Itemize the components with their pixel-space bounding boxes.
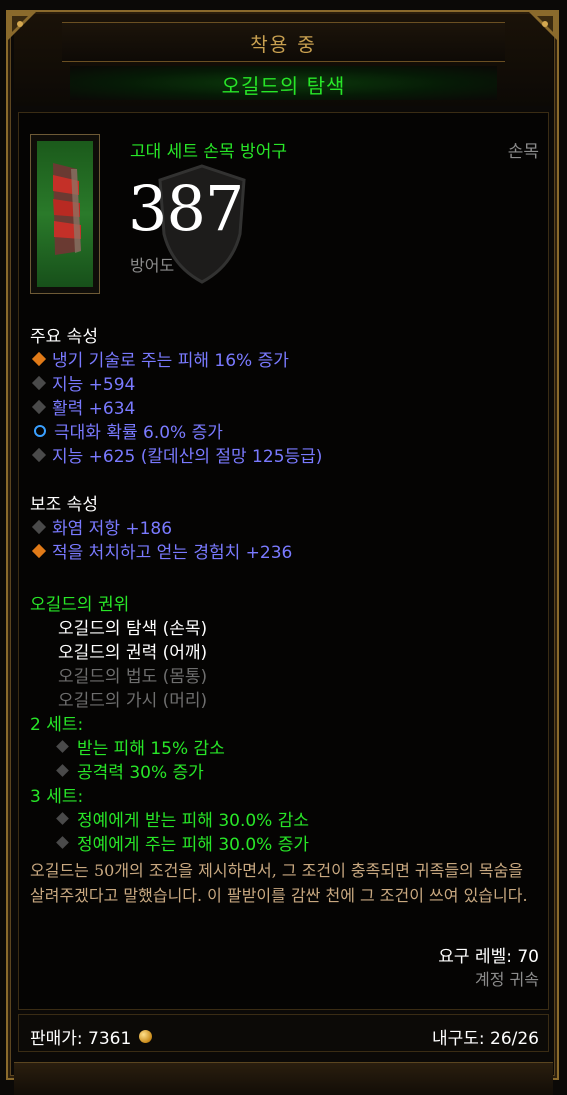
- affix-icon: [56, 740, 69, 753]
- affix-icon: [56, 812, 69, 825]
- item-slot: 손목: [507, 142, 539, 162]
- item-tooltip: 착용 중 오길드의 탐색 고대 세트 손목 방어구 손목 387 방어도 주요 …: [0, 0, 567, 1095]
- level-requirement: 요구 레벨: 70: [438, 947, 539, 967]
- affix-icon: [56, 764, 69, 777]
- primary-stat: 지능 +594: [30, 370, 135, 395]
- secondary-heading: 보조 속성: [30, 495, 98, 515]
- primary-stat: 활력 +634: [30, 394, 135, 419]
- primary-stat: 지능 +625 (칼데산의 절망 125등급): [30, 442, 322, 467]
- affix-icon: [31, 519, 47, 534]
- affix-icon: [56, 836, 69, 849]
- item-name: 오길드의 탐색: [221, 74, 346, 98]
- affix-icon: [31, 399, 47, 414]
- set-bonus: 정예에게 주는 피해 30.0% 증가: [54, 830, 309, 855]
- armor-value: 387: [128, 172, 244, 245]
- legendary-affix-icon: [31, 543, 47, 558]
- set-bonus-3-label: 3 세트:: [30, 787, 84, 807]
- primary-stat: 극대화 확률 6.0% 증가: [30, 418, 223, 443]
- secondary-stat: 적을 처치하고 얻는 경험치 +236: [30, 538, 292, 563]
- affix-icon: [31, 447, 47, 462]
- set-piece: 오길드의 탐색 (손목): [58, 619, 208, 639]
- item-type: 고대 세트 손목 방어구: [130, 142, 287, 162]
- durability: 내구도: 26/26: [431, 1029, 539, 1049]
- sell-price: 판매가: 7361: [30, 1024, 153, 1049]
- primary-stat: 냉기 기술로 주는 피해 16% 증가: [30, 346, 289, 371]
- set-bonus: 정예에게 받는 피해 30.0% 감소: [54, 806, 309, 831]
- bottom-frame: [14, 1062, 553, 1095]
- affix-icon: [31, 375, 47, 390]
- set-piece: 오길드의 법도 (몸통): [58, 667, 208, 687]
- set-bonus: 받는 피해 15% 감소: [54, 734, 225, 759]
- legendary-affix-icon: [31, 351, 47, 366]
- set-bonus: 공격력 30% 증가: [54, 758, 204, 783]
- account-bound: 계정 귀속: [475, 970, 539, 989]
- set-bonus-2-label: 2 세트:: [30, 715, 84, 735]
- item-icon-frame: [30, 134, 100, 294]
- set-piece: 오길드의 권력 (어깨): [58, 643, 208, 663]
- primary-heading: 주요 속성: [30, 327, 98, 347]
- flavor-text: 오길드는 50개의 조건을 제시하면서, 그 조건이 충족되면 귀족들의 목숨을…: [30, 861, 528, 905]
- enchanted-affix-icon: [34, 424, 46, 437]
- gold-coin-icon: [139, 1030, 153, 1043]
- armor-label: 방어도: [130, 256, 175, 275]
- set-name: 오길드의 권위: [30, 595, 130, 615]
- set-piece: 오길드의 가시 (머리): [58, 691, 208, 711]
- equipped-title: 착용 중: [250, 34, 317, 56]
- bracer-icon: [53, 163, 81, 255]
- secondary-stat: 화염 저항 +186: [30, 514, 172, 539]
